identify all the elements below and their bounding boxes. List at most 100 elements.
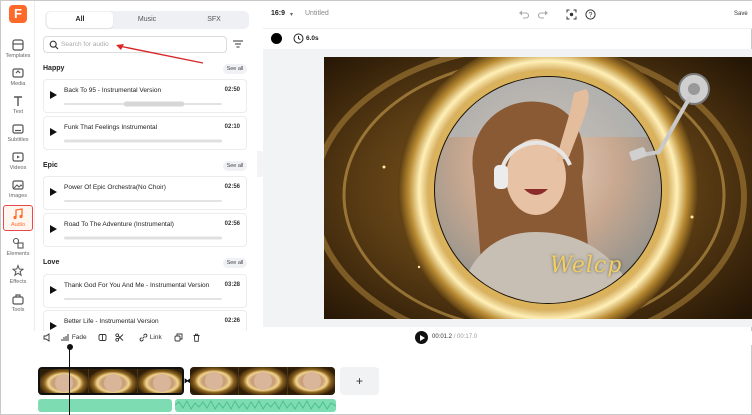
text-icon [14, 96, 22, 106]
audio-tabs: All Music SFX [45, 11, 249, 29]
category-title-epic: Epic [43, 162, 58, 169]
waveform-icon [64, 101, 222, 107]
play-icon[interactable] [50, 286, 57, 294]
annotation-arrow-icon [116, 44, 204, 64]
rail-item-media[interactable]: Media [3, 65, 33, 91]
aspect-ratio-select[interactable]: 16:9 [271, 10, 285, 17]
track-item[interactable]: Power Of Epic Orchestra(No Choir) 02:56 [43, 176, 247, 210]
duplicate-icon[interactable] [174, 333, 183, 343]
playhead-handle[interactable] [66, 344, 73, 350]
track-item[interactable]: Road To The Adventure (Instrumental) 02:… [43, 213, 247, 247]
clip-thumbnails [40, 369, 182, 393]
playhead[interactable] [69, 345, 70, 415]
play-button[interactable] [415, 331, 428, 344]
split-icon[interactable] [98, 333, 107, 343]
category-title-love: Love [43, 259, 60, 266]
play-icon[interactable] [50, 225, 57, 233]
chevron-down-icon: ▾ [290, 12, 294, 18]
effects-icon [11, 264, 25, 277]
video-clip-1[interactable] [38, 367, 184, 395]
rail-item-label: Text [12, 109, 24, 115]
see-all-happy-button[interactable]: See all [223, 64, 247, 74]
screenshot-icon[interactable] [566, 9, 577, 20]
elements-icon [12, 237, 24, 249]
help-icon[interactable]: ? [585, 9, 596, 20]
video-stage[interactable]: Welcp [324, 57, 752, 319]
track-name: Back To 95 - Instrumental Version [64, 87, 162, 94]
fade-icon [61, 334, 69, 341]
scene-duration[interactable]: 6.0s [293, 33, 325, 44]
trash-icon[interactable] [192, 333, 201, 343]
background-color-swatch[interactable] [271, 33, 282, 44]
audio-clip-2[interactable] [175, 399, 336, 412]
track-duration: 02:50 [224, 87, 240, 93]
app-logo[interactable]: F [9, 5, 27, 23]
rail-item-effects[interactable]: Effects [3, 263, 33, 289]
track-item[interactable]: Thank God For You And Me - Instrumental … [43, 274, 247, 308]
track-name: Funk That Feelings Instrumental [64, 124, 158, 131]
see-all-love-button[interactable]: See all [223, 258, 247, 268]
rail-item-images[interactable]: Images [3, 177, 33, 203]
subtitles-icon [12, 124, 24, 134]
rail-item-label: Audio [10, 222, 26, 228]
play-icon[interactable] [50, 128, 57, 136]
track-item[interactable]: Back To 95 - Instrumental Version 02:50 [43, 79, 247, 113]
tab-music[interactable]: Music [114, 12, 180, 28]
rail-item-subtitles[interactable]: Subtitles [3, 121, 33, 147]
waveform-icon [64, 200, 222, 202]
rail-item-audio[interactable]: Audio [3, 205, 33, 231]
rail-item-elements[interactable]: Elements [3, 235, 33, 261]
tab-sfx[interactable]: SFX [181, 12, 247, 28]
rail-item-templates[interactable]: Templates [3, 37, 33, 63]
rail-item-videos[interactable]: Videos [3, 149, 33, 175]
timeline-toolbar: Fade Link [1, 331, 752, 345]
current-time: 00:01.2 [432, 334, 453, 340]
play-icon[interactable] [50, 188, 57, 196]
rail-item-label: Videos [9, 165, 27, 171]
track-duration: 02:10 [224, 124, 240, 130]
track-name: Thank God For You And Me - Instrumental … [64, 282, 210, 289]
rail-item-text[interactable]: Text [3, 93, 33, 119]
clock-icon [293, 33, 304, 44]
audio-clip-1[interactable] [38, 399, 172, 412]
audio-panel: All Music SFX Happy See all Back To 95 -… [35, 1, 257, 331]
stage-scene-image [324, 57, 752, 319]
rail-item-label: Images [8, 193, 28, 199]
track-duration: 02:26 [224, 318, 240, 324]
videos-icon [12, 152, 24, 162]
left-rail: F Templates Media Text Subtitles Videos … [1, 1, 35, 331]
templates-icon [12, 39, 24, 51]
see-all-epic-button[interactable]: See all [223, 161, 247, 171]
track-duration: 03:28 [224, 282, 240, 288]
track-name: Road To The Adventure (Instrumental) [64, 221, 174, 228]
track-item[interactable]: Funk That Feelings Instrumental 02:10 [43, 116, 247, 150]
document-title[interactable]: Untitled [305, 10, 329, 17]
link-label: Link [149, 334, 162, 342]
rail-item-label: Elements [6, 251, 30, 257]
link-button[interactable]: Link [139, 333, 162, 343]
tools-icon [12, 294, 24, 305]
video-clip-2[interactable] [190, 367, 335, 395]
volume-icon[interactable] [43, 333, 52, 343]
overlay-text[interactable]: Welcp [550, 253, 622, 278]
play-icon[interactable] [50, 91, 57, 99]
scissors-icon[interactable] [115, 333, 124, 343]
waveform-icon [64, 236, 222, 240]
total-time: 00:17.0 [457, 334, 478, 340]
playback-time: 00:01.2 / 00:17.0 [432, 334, 477, 340]
track-item[interactable]: Better Life - Instrumental Version 02:26 [43, 310, 247, 331]
save-button[interactable]: Save [734, 11, 748, 17]
track-duration: 02:56 [224, 184, 240, 190]
add-clip-button[interactable]: + [340, 367, 379, 395]
rail-item-label: Effects [9, 279, 27, 285]
fade-button[interactable]: Fade [61, 333, 87, 343]
filter-icon[interactable] [232, 38, 244, 50]
audio-waveform-icon [175, 399, 336, 411]
play-icon[interactable] [50, 322, 57, 330]
rail-item-label: Templates [5, 53, 31, 59]
track-name: Power Of Epic Orchestra(No Choir) [64, 184, 166, 191]
rail-item-tools[interactable]: Tools [3, 291, 33, 317]
undo-icon[interactable] [518, 9, 529, 20]
redo-icon[interactable] [538, 9, 549, 20]
tab-all[interactable]: All [47, 12, 113, 28]
